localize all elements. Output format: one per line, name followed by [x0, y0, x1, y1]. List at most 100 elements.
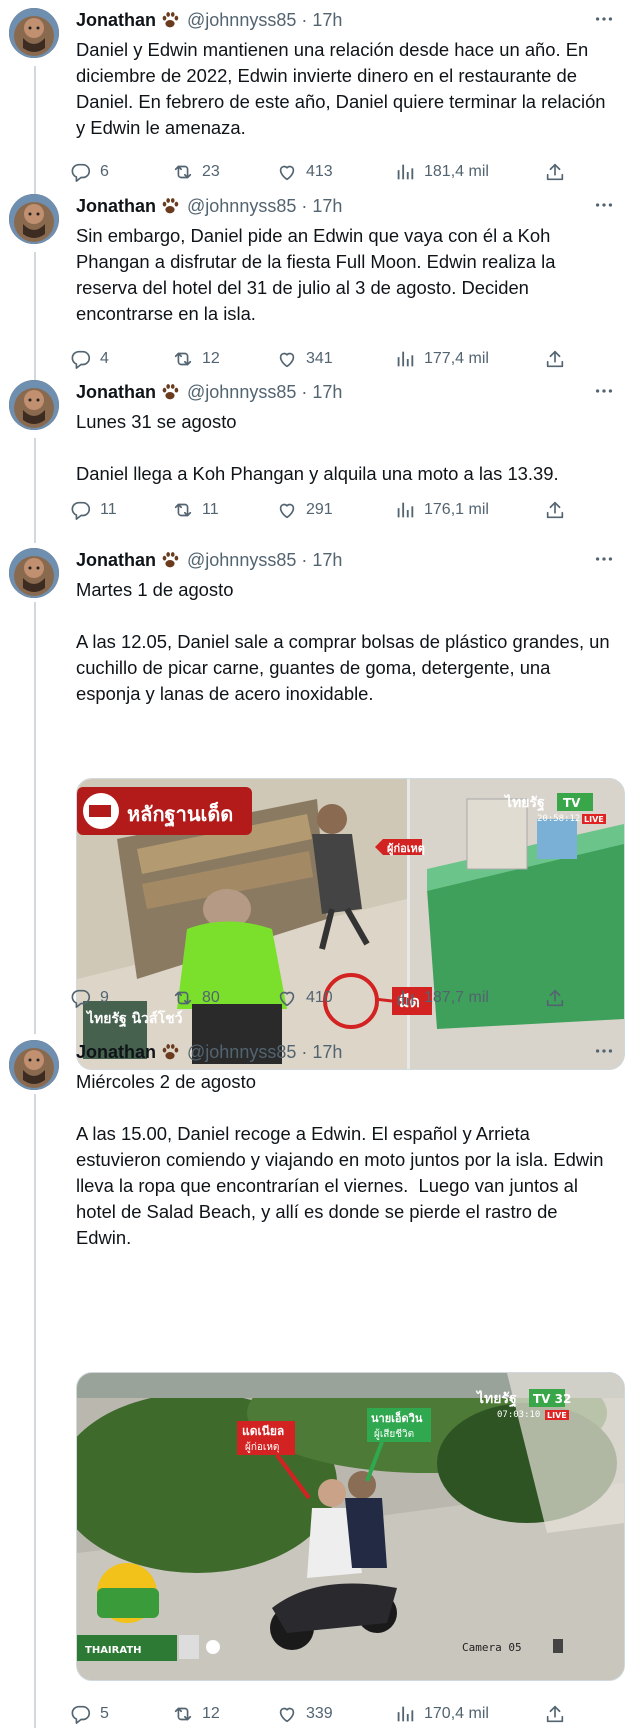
reply-button[interactable]: 9	[70, 985, 109, 1011]
author-name[interactable]: Jonathan	[76, 382, 156, 403]
more-icon[interactable]	[591, 380, 617, 402]
action-bar: 5 12 339 170,4 mil	[71, 1701, 622, 1727]
more-icon[interactable]	[591, 194, 617, 216]
live-badge: LIVE	[547, 1411, 567, 1420]
more-icon[interactable]	[591, 8, 617, 30]
views-button[interactable]: 170,4 mil	[394, 1701, 489, 1727]
like-icon	[276, 987, 298, 1009]
like-button[interactable]: 413	[276, 159, 333, 185]
avatar[interactable]	[9, 8, 59, 58]
paw-icon	[159, 1041, 181, 1063]
reply-button[interactable]: 6	[70, 159, 109, 185]
retweet-button[interactable]: 12	[172, 1701, 220, 1727]
tweet-time[interactable]: 17h	[312, 1042, 342, 1063]
like-button[interactable]: 410	[276, 985, 333, 1011]
tag-person: ผู้ก่อเหตุ	[387, 842, 425, 856]
tweet-text-content: Daniel y Edwin mantienen una relación de…	[76, 39, 611, 138]
views-count: 187,7 mil	[424, 989, 489, 1006]
tweet-time[interactable]: 17h	[312, 382, 342, 403]
like-count: 291	[306, 501, 333, 518]
retweet-button[interactable]: 11	[172, 497, 219, 523]
share-icon	[544, 987, 566, 1009]
tweet-text-content: Martes 1 de agosto A las 12.05, Daniel s…	[76, 579, 610, 704]
live-badge: LIVE	[584, 815, 604, 824]
tweet-time[interactable]: 17h	[312, 196, 342, 217]
like-count: 341	[306, 350, 333, 367]
retweet-count: 11	[202, 501, 219, 518]
thairath-brand: THAIRATH	[85, 1645, 142, 1656]
author-name[interactable]: Jonathan	[76, 10, 156, 31]
author-name[interactable]: Jonathan	[76, 196, 156, 217]
tweet-time[interactable]: 17h	[312, 10, 342, 31]
like-count: 410	[306, 989, 333, 1006]
retweet-button[interactable]: 12	[172, 346, 220, 372]
tweet-text: Lunes 31 se agosto Daniel llega a Koh Ph…	[76, 409, 616, 487]
camera-label: Camera 05	[462, 1641, 522, 1654]
tweet-media-image[interactable]: หลักฐานเด็ด ไทยรัฐ TV 20:58:12 LIVE ผู้ก…	[76, 778, 625, 1070]
reply-count: 11	[100, 501, 117, 518]
tag-suspect-role: ผู้ก่อเหตุ	[245, 1441, 279, 1453]
avatar[interactable]	[9, 1040, 59, 1090]
views-button[interactable]: 187,7 mil	[394, 985, 489, 1011]
retweet-icon	[172, 161, 194, 183]
share-icon	[544, 499, 566, 521]
tweet-text-content: Sin embargo, Daniel pide an Edwin que va…	[76, 225, 561, 324]
author-name[interactable]: Jonathan	[76, 550, 156, 571]
tweet-time[interactable]: 17h	[312, 550, 342, 571]
tweet-header: Jonathan @johnnyss85 · 17h	[76, 194, 342, 218]
tweet[interactable]: Jonathan @johnnyss85 · 17h Sin embargo, …	[0, 186, 633, 372]
views-icon	[394, 987, 416, 1009]
reply-button[interactable]: 5	[70, 1701, 109, 1727]
share-button[interactable]	[544, 497, 566, 523]
reply-button[interactable]: 4	[70, 346, 109, 372]
retweet-count: 80	[202, 989, 220, 1006]
avatar[interactable]	[9, 548, 59, 598]
author-handle[interactable]: @johnnyss85	[187, 550, 296, 571]
author-name[interactable]: Jonathan	[76, 1042, 156, 1063]
like-icon	[276, 161, 298, 183]
separator: ·	[301, 381, 308, 402]
views-icon	[394, 499, 416, 521]
retweet-count: 23	[202, 163, 220, 180]
avatar[interactable]	[9, 380, 59, 430]
share-button[interactable]	[544, 1701, 566, 1727]
author-handle[interactable]: @johnnyss85	[187, 382, 296, 403]
action-bar: 11 11 291 176,1 mil	[71, 497, 622, 523]
retweet-count: 12	[202, 350, 220, 367]
retweet-icon	[172, 348, 194, 370]
views-button[interactable]: 177,4 mil	[394, 346, 489, 372]
avatar[interactable]	[9, 194, 59, 244]
share-button[interactable]	[544, 159, 566, 185]
share-button[interactable]	[544, 346, 566, 372]
like-count: 413	[306, 163, 333, 180]
like-button[interactable]: 341	[276, 346, 333, 372]
retweet-count: 12	[202, 1705, 220, 1722]
tweet-text-content: Lunes 31 se agosto Daniel llega a Koh Ph…	[76, 411, 559, 484]
reply-icon	[70, 161, 92, 183]
tweet[interactable]: Jonathan @johnnyss85 · 17h Martes 1 de a…	[0, 540, 633, 1070]
author-handle[interactable]: @johnnyss85	[187, 1042, 296, 1063]
tweet[interactable]: Jonathan @johnnyss85 · 17h Miércoles 2 d…	[0, 1032, 633, 1728]
views-button[interactable]: 181,4 mil	[394, 159, 489, 185]
tweet[interactable]: Jonathan @johnnyss85 · 17h Lunes 31 se a…	[0, 372, 633, 540]
separator: ·	[301, 195, 308, 216]
tweet-header: Jonathan @johnnyss85 · 17h	[76, 1040, 342, 1064]
views-button[interactable]: 176,1 mil	[394, 497, 489, 523]
retweet-button[interactable]: 23	[172, 159, 220, 185]
reply-icon	[70, 1703, 92, 1725]
author-handle[interactable]: @johnnyss85	[187, 196, 296, 217]
retweet-button[interactable]: 80	[172, 985, 220, 1011]
tweet-text: Miércoles 2 de agosto A las 15.00, Danie…	[76, 1069, 616, 1251]
share-button[interactable]	[544, 985, 566, 1011]
separator: ·	[301, 1041, 308, 1062]
more-icon[interactable]	[591, 548, 617, 570]
author-handle[interactable]: @johnnyss85	[187, 10, 296, 31]
like-button[interactable]: 291	[276, 497, 333, 523]
more-icon[interactable]	[591, 1040, 617, 1062]
reply-button[interactable]: 11	[70, 497, 117, 523]
tweet-media-image[interactable]: แดเนียล ผู้ก่อเหตุ นายเอ็ดวิน ผู้เสียชีว…	[76, 1372, 625, 1681]
paw-icon	[159, 9, 181, 31]
tweet[interactable]: Jonathan @johnnyss85 · 17h Daniel y Edwi…	[0, 0, 633, 186]
svg-text:TV: TV	[563, 796, 581, 810]
like-button[interactable]: 339	[276, 1701, 333, 1727]
